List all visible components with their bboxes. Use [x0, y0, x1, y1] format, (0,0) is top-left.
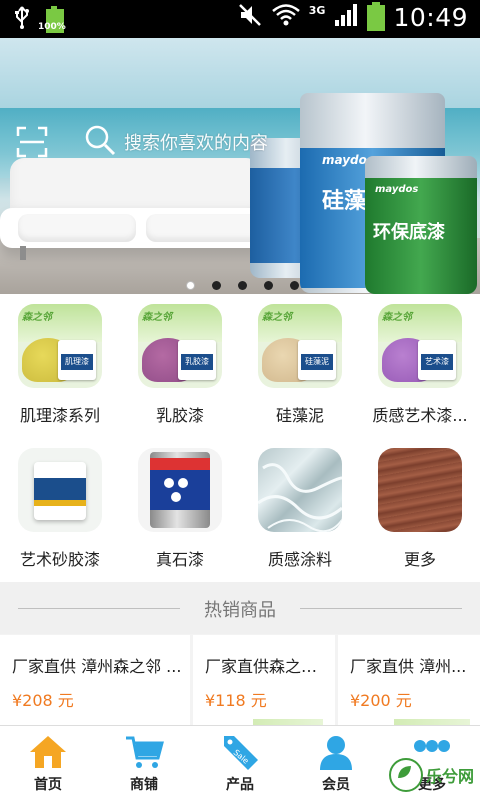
more-icon: [378, 448, 462, 532]
category-label: 硅藻泥: [275, 406, 324, 425]
category-texture-coating[interactable]: 质感涂料: [240, 438, 360, 570]
product-card[interactable]: 厂家直供 漳州森之邻 ... ¥208 元: [0, 635, 190, 725]
hot-products-header: 热销商品: [0, 582, 480, 634]
watermark-text: 乐兮网: [425, 767, 474, 786]
category-label: 真石漆: [155, 550, 204, 569]
nav-home[interactable]: 首页: [0, 726, 96, 801]
watermark: 乐兮网: [388, 758, 474, 792]
product-card[interactable]: 厂家直供森之邻... ¥118 元: [193, 635, 335, 725]
product-card[interactable]: 厂家直供 漳州... ¥200 元: [338, 635, 480, 725]
nav-member[interactable]: 会员: [288, 726, 384, 801]
carousel-dot[interactable]: [290, 281, 299, 290]
search-bar[interactable]: 搜索你喜欢的内容: [84, 124, 268, 160]
search-icon[interactable]: [84, 124, 116, 160]
product-price: ¥208 元: [12, 691, 74, 710]
section-title: 热销商品: [204, 600, 276, 621]
stone-paint-icon: [138, 448, 222, 532]
category-label: 艺术砂胶漆: [19, 550, 100, 569]
category-grid: 森之邻 肌理漆 肌理漆系列 森之邻 乳胶漆 乳胶漆 森之邻 硅藻泥 硅藻泥 森之…: [0, 294, 480, 582]
can-text: 环保底漆: [373, 222, 445, 243]
carousel-dot[interactable]: [264, 281, 273, 290]
paint-can-image: maydos 环保底漆: [365, 156, 477, 294]
product-name: 厂家直供森之邻...: [205, 657, 331, 676]
clock: 10:49: [393, 2, 468, 32]
product-price: ¥118 元: [205, 691, 267, 710]
battery-percent: 100%: [38, 22, 66, 32]
texture-coating-icon: [258, 448, 342, 532]
nav-label: 首页: [34, 777, 62, 793]
category-label: 更多: [403, 550, 436, 569]
nav-label: 产品: [226, 777, 254, 793]
sofa-cushion: [146, 214, 264, 242]
watermark-logo-icon: [388, 758, 423, 792]
battery-icon: [367, 2, 386, 32]
usb-icon: [14, 6, 30, 34]
status-bar: 100% 3G 10:49: [0, 0, 480, 38]
battery-status-icon: 100%: [38, 6, 66, 34]
category-label: 乳胶漆: [155, 406, 204, 425]
carousel-dot[interactable]: [212, 281, 221, 290]
carousel-dot[interactable]: [238, 281, 247, 290]
scan-icon[interactable]: [16, 126, 48, 158]
nav-products[interactable]: Sale 产品: [192, 726, 288, 801]
nav-label: 会员: [322, 777, 350, 793]
art-paint-icon: 森之邻 艺术漆: [378, 304, 462, 388]
divider: [300, 608, 462, 609]
nav-shop[interactable]: 商铺: [96, 726, 192, 801]
nav-label: 商铺: [130, 777, 158, 793]
category-sand-paint[interactable]: 艺术砂胶漆: [0, 438, 120, 570]
carousel-dot[interactable]: [186, 281, 195, 290]
latex-paint-icon: 森之邻 乳胶漆: [138, 304, 222, 388]
mute-icon: [237, 2, 263, 32]
product-name: 厂家直供 漳州森之邻 ...: [12, 657, 182, 676]
cart-icon: [124, 734, 164, 770]
sale-tag-icon: Sale: [220, 734, 260, 770]
product-name: 厂家直供 漳州...: [350, 657, 467, 676]
brand-logo: maydos: [375, 184, 419, 195]
sofa-cushion: [18, 214, 136, 242]
category-texture-paint[interactable]: 森之邻 肌理漆 肌理漆系列: [0, 294, 120, 426]
diatom-mud-icon: 森之邻 硅藻泥: [258, 304, 342, 388]
category-label: 质感艺术漆...: [372, 406, 468, 425]
category-label: 肌理漆系列: [19, 406, 100, 425]
category-more[interactable]: 更多: [360, 438, 480, 570]
promo-banner[interactable]: maydos 硅藻泥 maydos 环保底漆 搜索你喜欢的内容: [0, 38, 480, 294]
sofa-leg: [20, 246, 26, 260]
carousel-indicators: [186, 281, 299, 290]
home-icon: [28, 734, 68, 770]
product-price: ¥200 元: [350, 691, 412, 710]
sand-paint-icon: [18, 448, 102, 532]
category-art-paint[interactable]: 森之邻 艺术漆 质感艺术漆...: [360, 294, 480, 426]
texture-paint-icon: 森之邻 肌理漆: [18, 304, 102, 388]
product-list: 厂家直供 漳州森之邻 ... ¥208 元 厂家直供森之邻... ¥118 元 …: [0, 635, 480, 725]
member-icon: [316, 734, 356, 770]
wifi-icon: [271, 2, 301, 32]
search-input[interactable]: 搜索你喜欢的内容: [124, 129, 268, 155]
category-diatom-mud[interactable]: 森之邻 硅藻泥 硅藻泥: [240, 294, 360, 426]
category-stone-paint[interactable]: 真石漆: [120, 438, 240, 570]
signal-icon: [333, 2, 359, 32]
category-latex-paint[interactable]: 森之邻 乳胶漆 乳胶漆: [120, 294, 240, 426]
category-label: 质感涂料: [267, 550, 332, 569]
network-type: 3G: [308, 3, 326, 17]
